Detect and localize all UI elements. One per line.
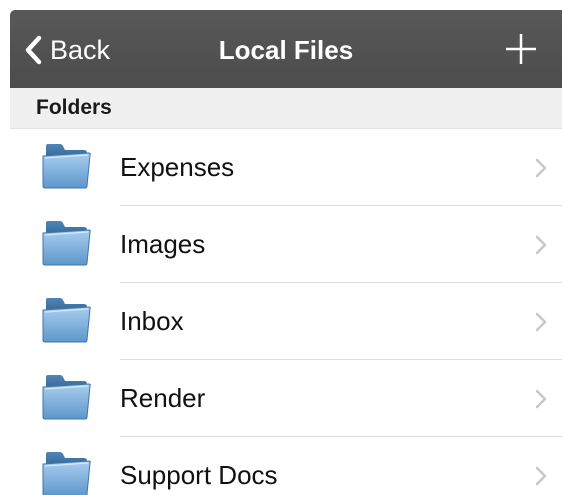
folder-label: Render <box>120 383 206 413</box>
chevron-right-icon <box>534 234 548 256</box>
chevron-left-icon <box>24 35 42 65</box>
folder-label: Images <box>120 229 206 259</box>
folder-row[interactable]: Images <box>10 206 562 283</box>
back-label: Back <box>50 34 111 65</box>
back-button[interactable]: Back <box>24 32 110 68</box>
folder-icon <box>40 219 92 267</box>
chevron-right-icon <box>534 157 548 179</box>
folder-row[interactable]: Inbox <box>10 283 562 360</box>
folder-row[interactable]: Support Docs <box>10 437 562 495</box>
chevron-right-icon <box>534 388 548 410</box>
folder-icon <box>40 142 92 190</box>
section-title: Folders <box>36 96 112 119</box>
folder-icon <box>40 450 92 495</box>
folder-icon <box>40 296 92 344</box>
folder-row[interactable]: Render <box>10 360 562 437</box>
chevron-right-icon <box>534 311 548 333</box>
folder-row[interactable]: Expenses <box>10 129 562 206</box>
chevron-right-icon <box>534 465 548 487</box>
file-browser-screen: Back Local Files Folders Expenses Images… <box>10 10 562 495</box>
folder-icon <box>40 373 92 421</box>
navigation-bar: Back Local Files <box>10 10 562 88</box>
plus-icon <box>504 34 538 70</box>
folder-label: Expenses <box>120 152 235 182</box>
page-title: Local Files <box>218 35 354 65</box>
add-button[interactable] <box>504 32 538 66</box>
folder-label: Inbox <box>120 306 184 336</box>
folder-list: Expenses Images Inbox Render Support Doc… <box>10 129 562 495</box>
section-header: Folders <box>10 88 562 129</box>
folder-label: Support Docs <box>120 460 278 490</box>
